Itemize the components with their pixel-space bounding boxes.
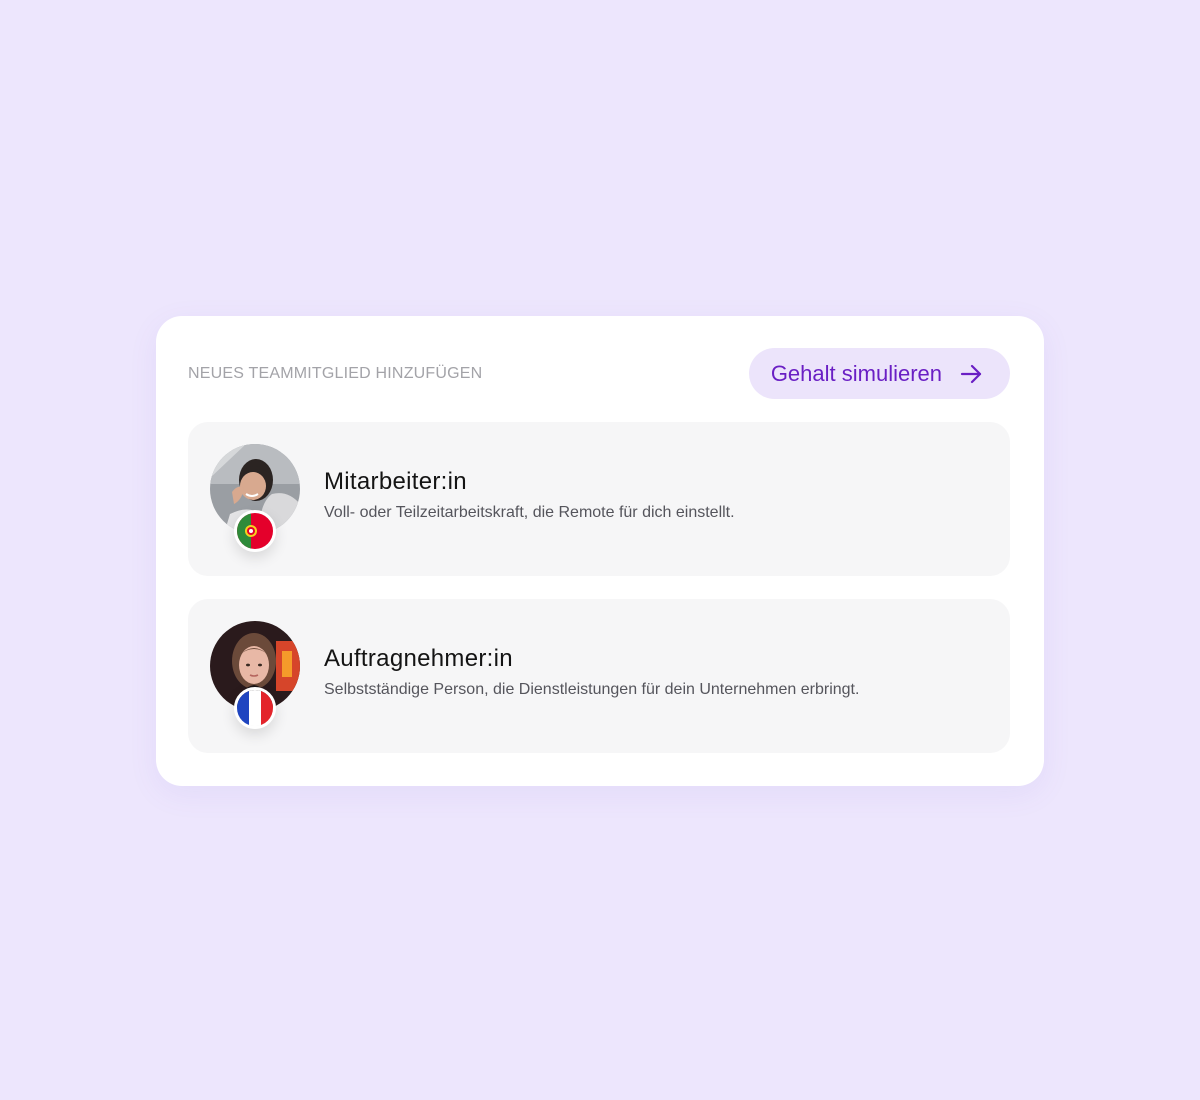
add-team-member-card: NEUES TEAMMITGLIED HINZUFÜGEN Gehalt sim… [156, 316, 1044, 786]
avatar-group [210, 621, 300, 731]
france-flag-icon [234, 687, 276, 729]
simulate-salary-button[interactable]: Gehalt simulieren [748, 348, 1010, 399]
option-title: Auftragnehmer:in [324, 645, 513, 672]
avatar-group [210, 444, 300, 554]
card-header: NEUES TEAMMITGLIED HINZUFÜGEN Gehalt sim… [188, 348, 1010, 399]
option-description: Voll- oder Teilzeitarbeitskraft, die Rem… [324, 504, 735, 521]
option-text: Auftragnehmer:in Selbstständige Person, … [324, 645, 859, 699]
simulate-salary-label: Gehalt simulieren [770, 360, 942, 386]
section-title: NEUES TEAMMITGLIED HINZUFÜGEN [188, 364, 483, 382]
portugal-flag-icon [234, 510, 276, 552]
option-text: Mitarbeiter:in Voll- oder Teilzeitarbeit… [324, 468, 735, 522]
option-title: Mitarbeiter:in [324, 468, 467, 495]
option-employee[interactable]: Mitarbeiter:in Voll- oder Teilzeitarbeit… [188, 422, 1010, 576]
arrow-right-icon [960, 364, 982, 383]
option-contractor[interactable]: Auftragnehmer:in Selbstständige Person, … [188, 599, 1010, 753]
option-description: Selbstständige Person, die Dienstleistun… [324, 681, 860, 698]
